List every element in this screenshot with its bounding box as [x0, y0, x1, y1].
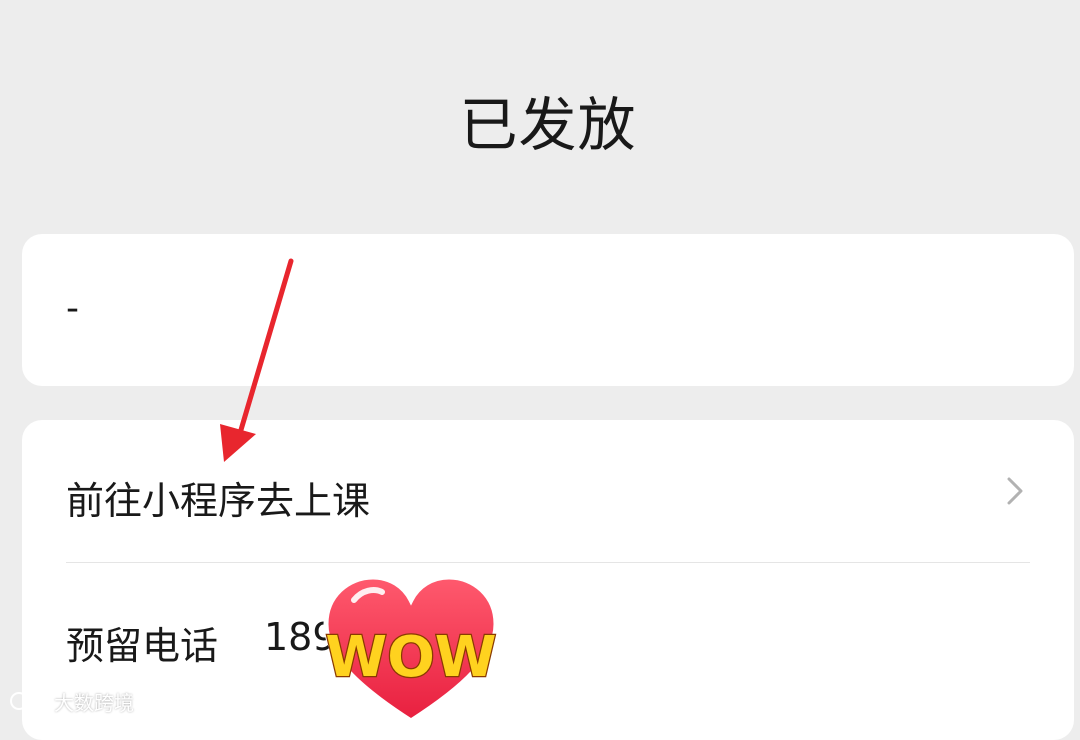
go-to-miniprogram-row[interactable]: 前往小程序去上课 [22, 420, 1074, 562]
watermark-text: 大数跨境 [54, 690, 134, 715]
phone-label: 预留电话 [66, 624, 219, 668]
action-card: 前往小程序去上课 预留电话 189 [22, 420, 1074, 740]
chevron-right-icon [1007, 477, 1023, 505]
info-card: - [22, 234, 1074, 386]
info-value: - [66, 288, 79, 329]
watermark-logo-icon [10, 692, 47, 710]
heart-wow-sticker: WOW [323, 574, 499, 721]
sticker-text: WOW [325, 625, 496, 690]
page-title: 已发放 [459, 91, 637, 159]
go-to-miniprogram-label: 前往小程序去上课 [66, 479, 371, 523]
phone-row: 预留电话 189 [22, 563, 1074, 703]
watermark: 大数跨境 [10, 688, 134, 715]
